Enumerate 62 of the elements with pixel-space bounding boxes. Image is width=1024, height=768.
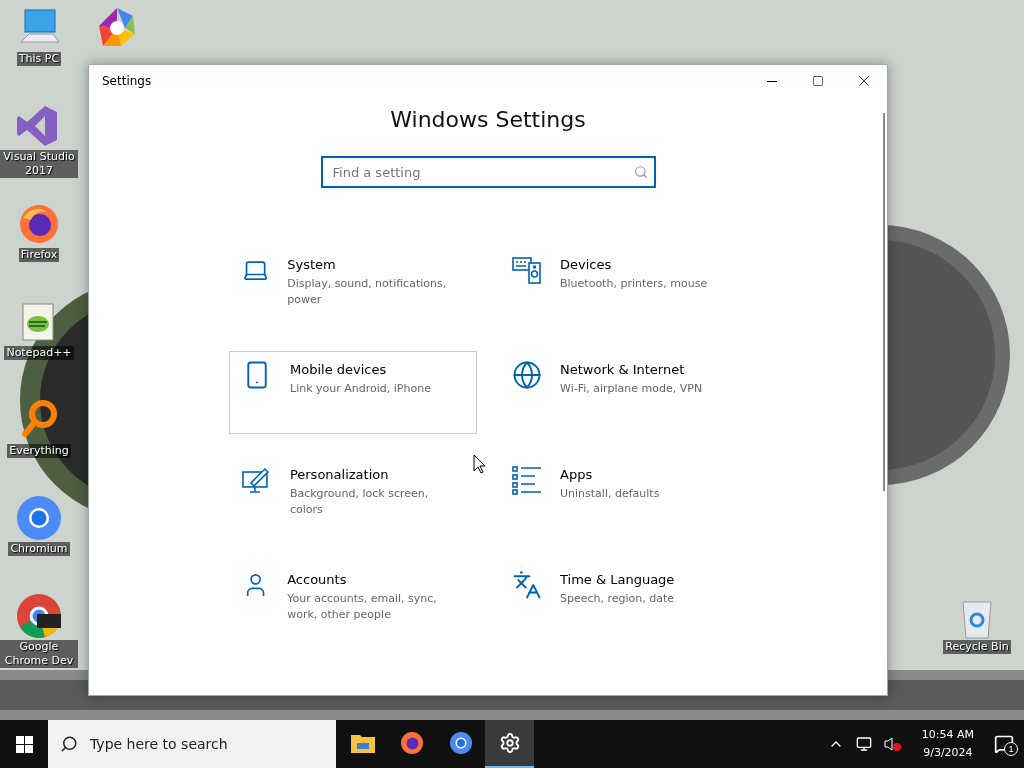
category-description: Background, lock screen, colors <box>289 486 430 518</box>
settings-category[interactable]: Accounts Your accounts, email, sync, work, other people <box>229 561 477 644</box>
folder-icon <box>350 733 375 753</box>
monitor-brush-icon <box>242 465 272 495</box>
desktop-icon-label[interactable]: Notepad++ <box>4 346 74 360</box>
globe-icon <box>512 360 542 390</box>
gear-icon <box>498 732 521 754</box>
chromium-icon <box>448 731 473 755</box>
category-description: Bluetooth, printers, mouse <box>560 276 708 292</box>
list-icon <box>512 465 542 495</box>
keyboard-speaker-icon <box>512 255 542 285</box>
desktop-icon-label[interactable]: Chromium <box>8 542 70 556</box>
category-description: Uninstall, defaults <box>560 486 660 502</box>
notification-count: 1 <box>1004 742 1018 756</box>
desktop-icon-label[interactable]: Recycle Bin <box>943 640 1011 654</box>
category-title: Devices <box>560 257 613 272</box>
desktop-icon-label[interactable]: Google Chrome Dev <box>0 640 78 668</box>
category-description: Speech, region, date <box>560 591 675 607</box>
chromium-icon <box>15 494 63 542</box>
search-field[interactable]: Find a setting <box>320 156 656 188</box>
category-title: System <box>287 257 337 272</box>
monitor-icon <box>855 736 872 752</box>
desktop-icon-label[interactable]: Visual Studio 2017 <box>0 150 78 178</box>
desktop-icon-label[interactable]: This PC <box>16 52 62 66</box>
settings-category[interactable]: Network & Internet Wi-Fi, airplane mode, VPN <box>499 351 747 434</box>
category-title: Accounts <box>287 572 348 587</box>
search-icon <box>60 735 78 753</box>
settings-category[interactable]: Time & Language Speech, region, date <box>499 561 747 644</box>
category-title: Network & Internet <box>560 362 686 377</box>
maximize-icon <box>812 75 824 87</box>
windows-logo-icon <box>15 735 33 753</box>
language-icon <box>512 570 542 600</box>
page-heading: Windows Settings <box>390 107 586 132</box>
settings-category[interactable]: Personalization Background, lock screen, colors <box>229 456 477 539</box>
clock-date: 9/3/2024 <box>923 745 973 761</box>
settings-category[interactable]: Apps Uninstall, defaults <box>499 456 747 539</box>
category-description: Link your Android, iPhone <box>290 381 431 397</box>
settings-category[interactable]: System Display, sound, notifications, power <box>229 246 477 329</box>
category-description: Your accounts, email, sync, work, other people <box>287 591 438 623</box>
category-title: Apps <box>560 467 594 482</box>
scrollbar[interactable] <box>883 113 885 491</box>
desktop-icon-label[interactable]: Firefox <box>18 248 60 262</box>
clock-time: 10:54 AM <box>921 727 974 743</box>
volume-button[interactable] <box>881 734 904 754</box>
taskbar-search-field[interactable]: Type here to search <box>48 720 336 768</box>
settings-category[interactable]: Devices Bluetooth, printers, mouse <box>499 246 747 329</box>
category-title: Mobile devices <box>290 362 388 377</box>
category-description: Wi-Fi, airplane mode, VPN <box>560 381 703 397</box>
category-title: Time & Language <box>560 572 675 587</box>
taskbar-app-button[interactable] <box>485 720 534 768</box>
category-description: Display, sound, notifications, power <box>287 276 448 308</box>
search-icon <box>633 165 648 179</box>
desktop-icon-label[interactable]: Everything <box>7 444 71 458</box>
settings-category[interactable]: Mobile devices Link your Android, iPhone <box>229 351 477 434</box>
mouse-pointer-icon <box>473 454 486 474</box>
firefox-icon <box>399 731 424 755</box>
window-title: Settings <box>101 74 153 88</box>
muted-speaker-icon <box>883 736 902 752</box>
chrome-dev-icon <box>15 592 63 640</box>
category-title: Personalization <box>289 467 390 482</box>
clock[interactable]: 10:54 AM 9/3/2024 <box>911 726 984 762</box>
minimize-icon <box>767 80 777 82</box>
